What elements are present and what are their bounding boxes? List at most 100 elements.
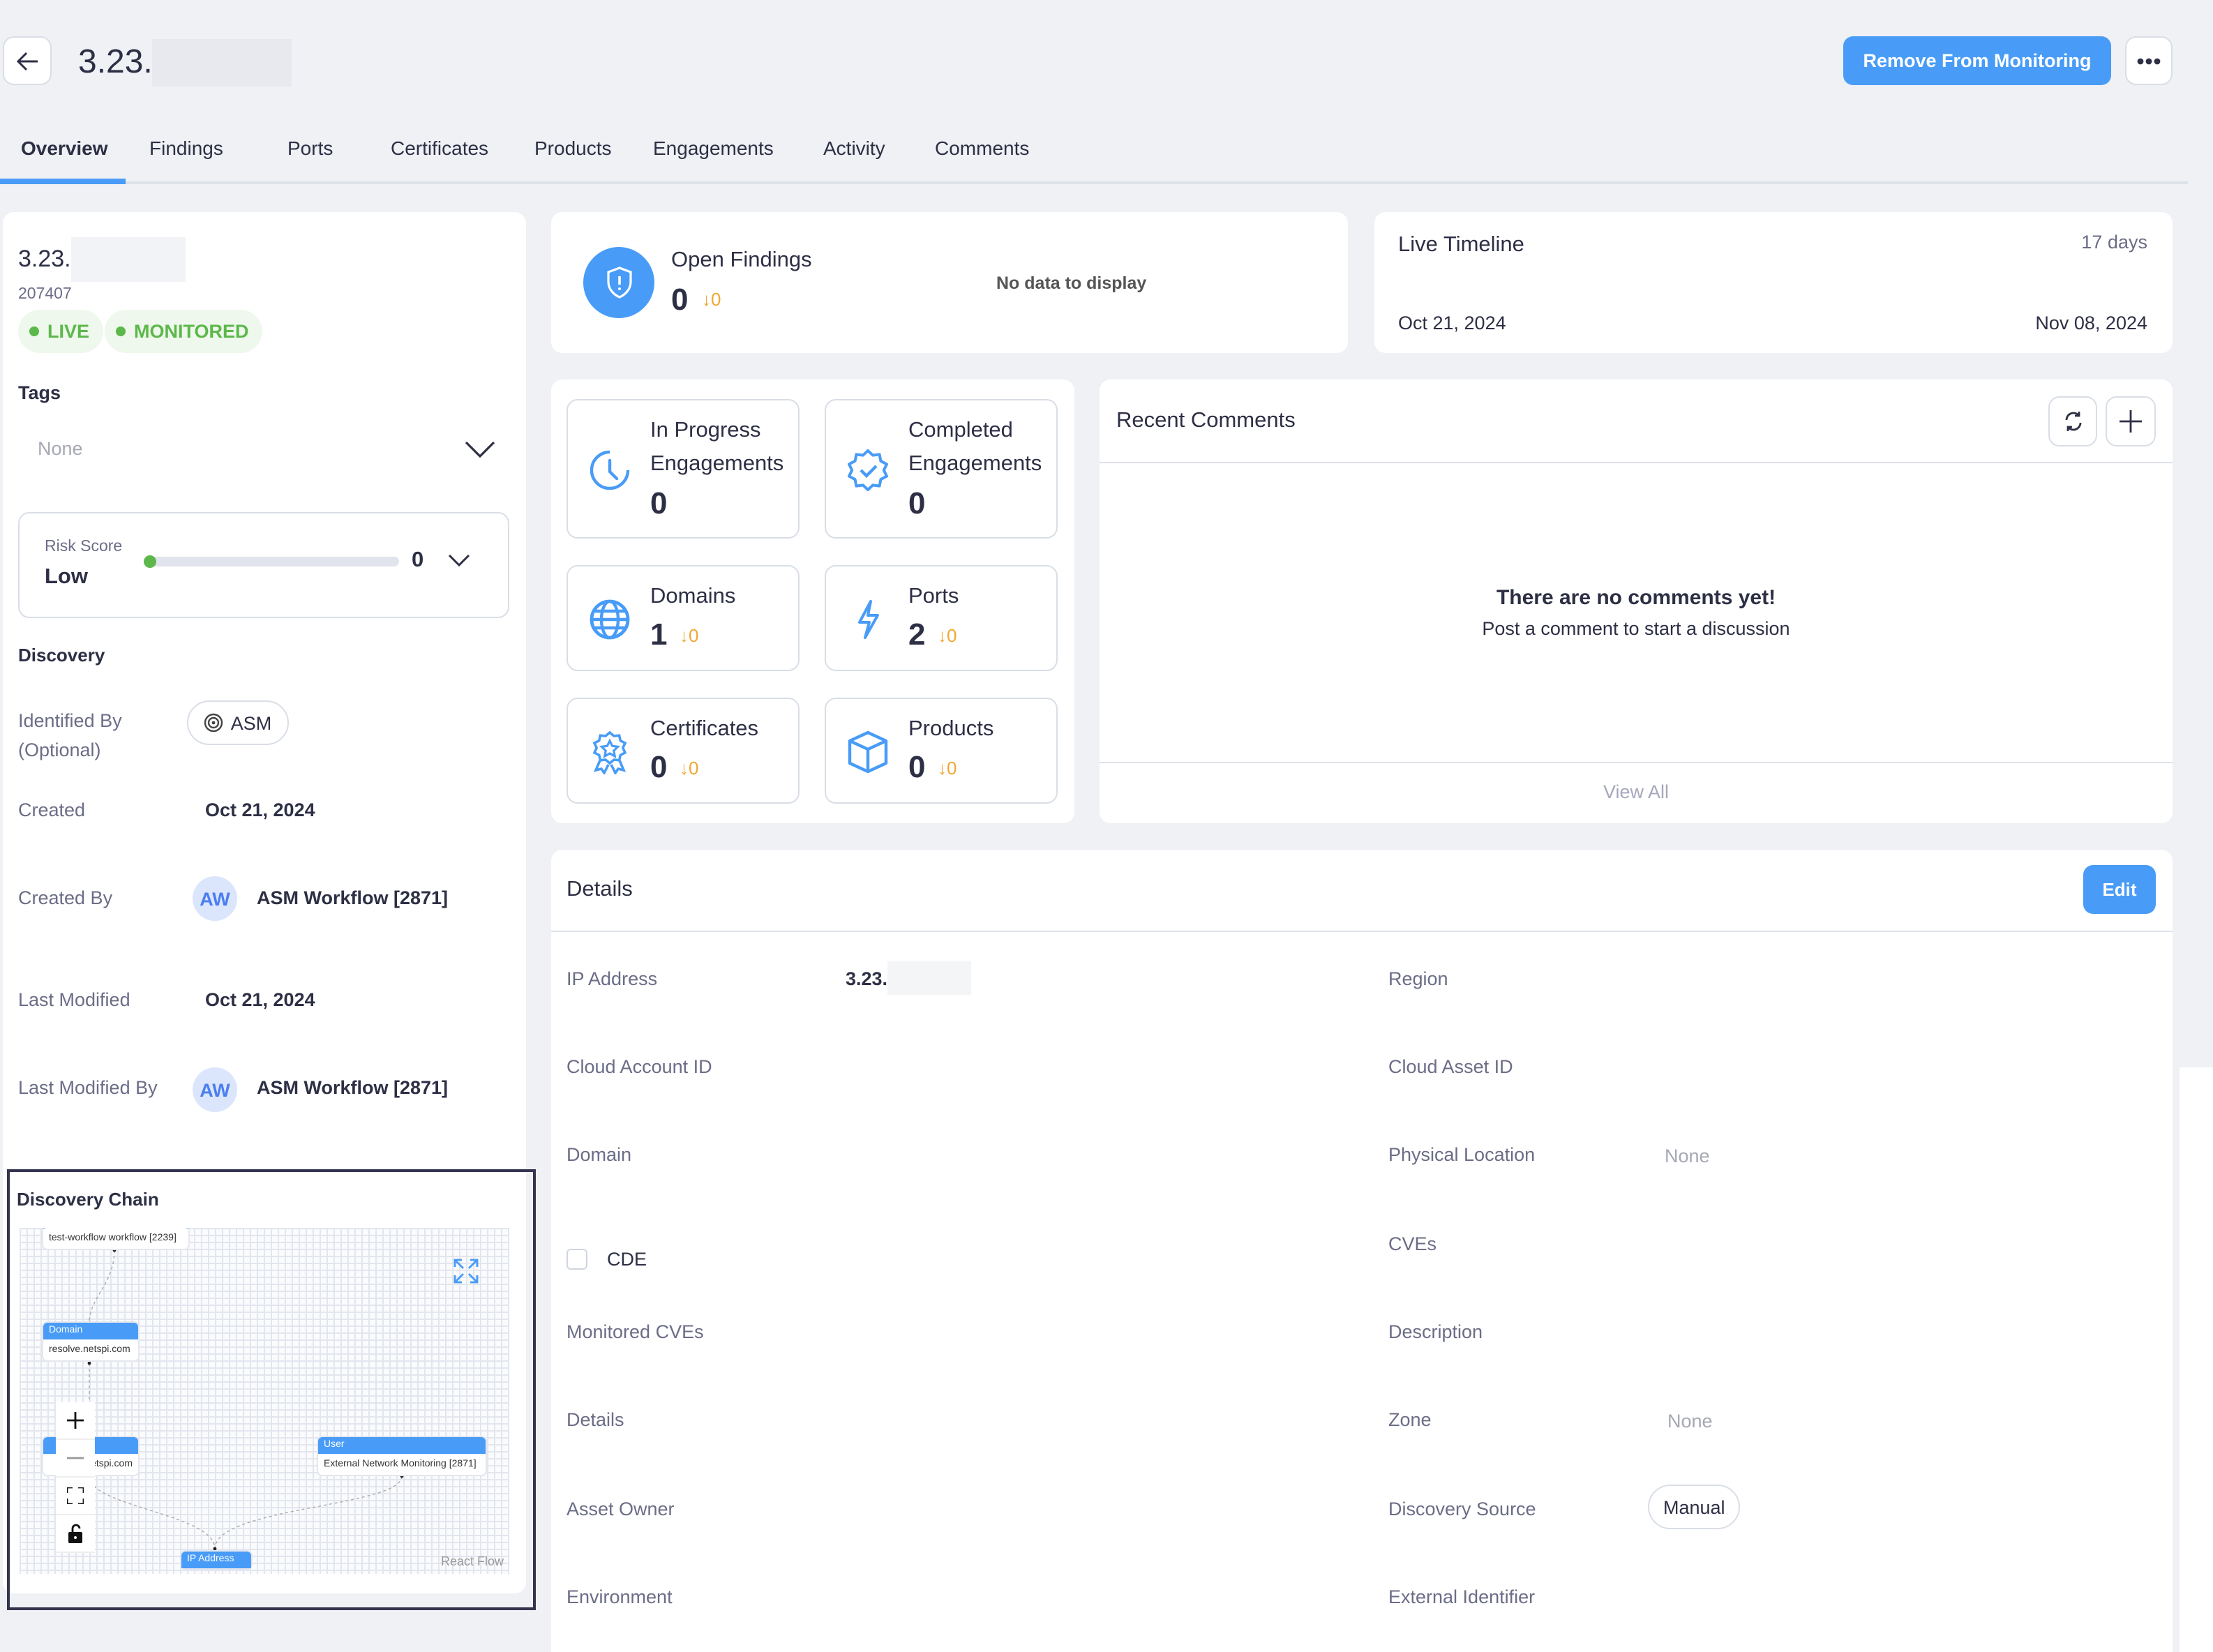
discovery-source-label: Discovery Source xyxy=(1388,1499,1536,1519)
ip-address-value: 3.23. xyxy=(846,961,972,995)
chain-node-workflow[interactable]: test-workflow workflow [2239] xyxy=(43,1228,188,1249)
risk-score-value: 0 xyxy=(412,548,424,572)
risk-score-box: Risk Score Low 0 xyxy=(18,512,509,618)
minus-icon xyxy=(67,1457,84,1459)
stat-ports[interactable]: Ports 2 ↓0 xyxy=(825,565,1058,671)
identified-by-label: Identified By xyxy=(18,710,122,731)
tab-products[interactable]: Products xyxy=(534,137,612,159)
expand-icon[interactable] xyxy=(453,1259,479,1284)
edit-button[interactable]: Edit xyxy=(2083,865,2156,914)
tab-certificates[interactable]: Certificates xyxy=(391,137,488,159)
created-value: Oct 21, 2024 xyxy=(205,799,315,820)
stat-certificates[interactable]: Certificates 0 ↓0 xyxy=(567,698,800,804)
zoom-out-button[interactable] xyxy=(56,1440,95,1478)
chain-handle xyxy=(112,1248,117,1252)
zone-value: None xyxy=(1667,1411,1713,1432)
discovery-chain-canvas[interactable]: test-workflow workflow [2239] Domain res… xyxy=(20,1228,509,1574)
avatar: AW xyxy=(193,1067,237,1112)
cloud-account-id-label: Cloud Account ID xyxy=(567,1056,712,1077)
more-options-button[interactable] xyxy=(2125,36,2173,85)
tab-activity[interactable]: Activity xyxy=(823,137,885,159)
asset-id: 207407 xyxy=(18,286,72,303)
live-timeline-card: Live Timeline 17 days Oct 21, 2024 Nov 0… xyxy=(1374,212,2173,353)
live-timeline-end: Nov 08, 2024 xyxy=(2035,313,2147,333)
chain-node-user[interactable]: User External Network Monitoring [2871] xyxy=(318,1437,486,1475)
lightning-icon xyxy=(858,600,879,639)
open-findings-delta: ↓0 xyxy=(702,289,721,310)
tab-engagements[interactable]: Engagements xyxy=(653,137,774,159)
recent-comments-title: Recent Comments xyxy=(1116,409,1296,433)
asset-owner-label: Asset Owner xyxy=(567,1499,675,1519)
chain-node-domain[interactable]: Domain resolve.netspi.com xyxy=(43,1323,138,1360)
page-title: 3.23. xyxy=(78,39,292,87)
cde-checkbox-row[interactable]: CDE xyxy=(567,1249,647,1270)
divider xyxy=(1100,762,2173,763)
arrow-left-icon xyxy=(15,51,37,70)
ip-address-label: IP Address xyxy=(567,968,658,989)
details-card: Details Edit IP Address 3.23. Cloud Acco… xyxy=(551,850,2173,1652)
status-badge-live: LIVE xyxy=(18,310,104,353)
no-comments-subtitle: Post a comment to start a discussion xyxy=(1482,618,1790,639)
redacted-ip xyxy=(70,237,186,282)
live-timeline-title: Live Timeline xyxy=(1398,233,1524,257)
chevron-down-icon xyxy=(465,441,495,458)
region-label: Region xyxy=(1388,968,1448,989)
back-button[interactable] xyxy=(3,36,52,85)
asset-detail-page: 3.23. Remove From Monitoring Overview Fi… xyxy=(0,0,2213,1652)
divider xyxy=(1100,462,2173,463)
verified-badge-icon xyxy=(848,449,888,491)
unlock-icon xyxy=(68,1524,82,1543)
discovery-heading: Discovery xyxy=(18,645,105,666)
open-findings-value: 0 xyxy=(671,282,689,317)
stats-card: In Progress Engagements 0 Completed Enga… xyxy=(551,380,1074,823)
risk-score-bar xyxy=(144,555,399,568)
zoom-in-button[interactable] xyxy=(56,1402,95,1440)
react-flow-attribution[interactable]: React Flow xyxy=(441,1554,504,1568)
environment-label: Environment xyxy=(567,1586,673,1607)
risk-expand-chevron-icon[interactable] xyxy=(448,554,470,568)
ellipsis-icon xyxy=(2137,57,2161,64)
chain-node-ip-address[interactable]: IP Address xyxy=(181,1552,251,1568)
view-all-comments-link[interactable]: View All xyxy=(1100,781,2173,802)
tab-findings[interactable]: Findings xyxy=(149,137,223,159)
divider xyxy=(551,931,2173,932)
tab-comments[interactable]: Comments xyxy=(935,137,1029,159)
remove-from-monitoring-button[interactable]: Remove From Monitoring xyxy=(1843,36,2111,85)
risk-level: Low xyxy=(45,565,88,589)
shield-alert-icon xyxy=(606,266,631,298)
last-modified-label: Last Modified xyxy=(18,989,130,1010)
cloud-asset-id-label: Cloud Asset ID xyxy=(1388,1056,1513,1077)
asset-name: 3.23. xyxy=(18,237,186,282)
open-findings-card: Open Findings 0 ↓0 No data to display xyxy=(551,212,1348,353)
tags-heading: Tags xyxy=(18,382,61,403)
redacted-ip xyxy=(152,39,292,87)
physical-location-value: None xyxy=(1665,1146,1710,1166)
stat-in-progress-engagements[interactable]: In Progress Engagements 0 xyxy=(567,399,800,539)
domain-label: Domain xyxy=(567,1144,632,1165)
cves-label: CVEs xyxy=(1388,1233,1437,1254)
fit-view-button[interactable] xyxy=(56,1478,95,1515)
tags-select[interactable]: None xyxy=(18,421,509,477)
fit-view-icon xyxy=(67,1487,84,1504)
chain-handle xyxy=(400,1474,404,1478)
tab-ports[interactable]: Ports xyxy=(287,137,333,159)
tab-overview[interactable]: Overview xyxy=(21,137,108,159)
stat-completed-engagements[interactable]: Completed Engagements 0 xyxy=(825,399,1058,539)
description-label: Description xyxy=(1388,1321,1483,1342)
live-timeline-duration: 17 days xyxy=(2081,232,2147,253)
discovery-chain-title: Discovery Chain xyxy=(17,1189,159,1210)
refresh-comments-button[interactable] xyxy=(2048,396,2097,446)
monitored-cves-label: Monitored CVEs xyxy=(567,1321,704,1342)
plus-icon xyxy=(2120,410,2142,433)
toggle-interactivity-button[interactable] xyxy=(56,1515,95,1553)
details-field-label: Details xyxy=(567,1409,624,1430)
last-modified-value: Oct 21, 2024 xyxy=(205,989,315,1010)
add-comment-button[interactable] xyxy=(2106,396,2156,446)
open-findings-title: Open Findings xyxy=(671,248,812,272)
chain-edge xyxy=(89,1475,216,1549)
stat-products[interactable]: Products 0 ↓0 xyxy=(825,698,1058,804)
cde-checkbox[interactable] xyxy=(567,1249,587,1270)
stat-domains[interactable]: Domains 1 ↓0 xyxy=(567,565,800,671)
last-modified-by-value: ASM Workflow [2871] xyxy=(257,1077,449,1098)
external-identifier-label: External Identifier xyxy=(1388,1586,1536,1607)
